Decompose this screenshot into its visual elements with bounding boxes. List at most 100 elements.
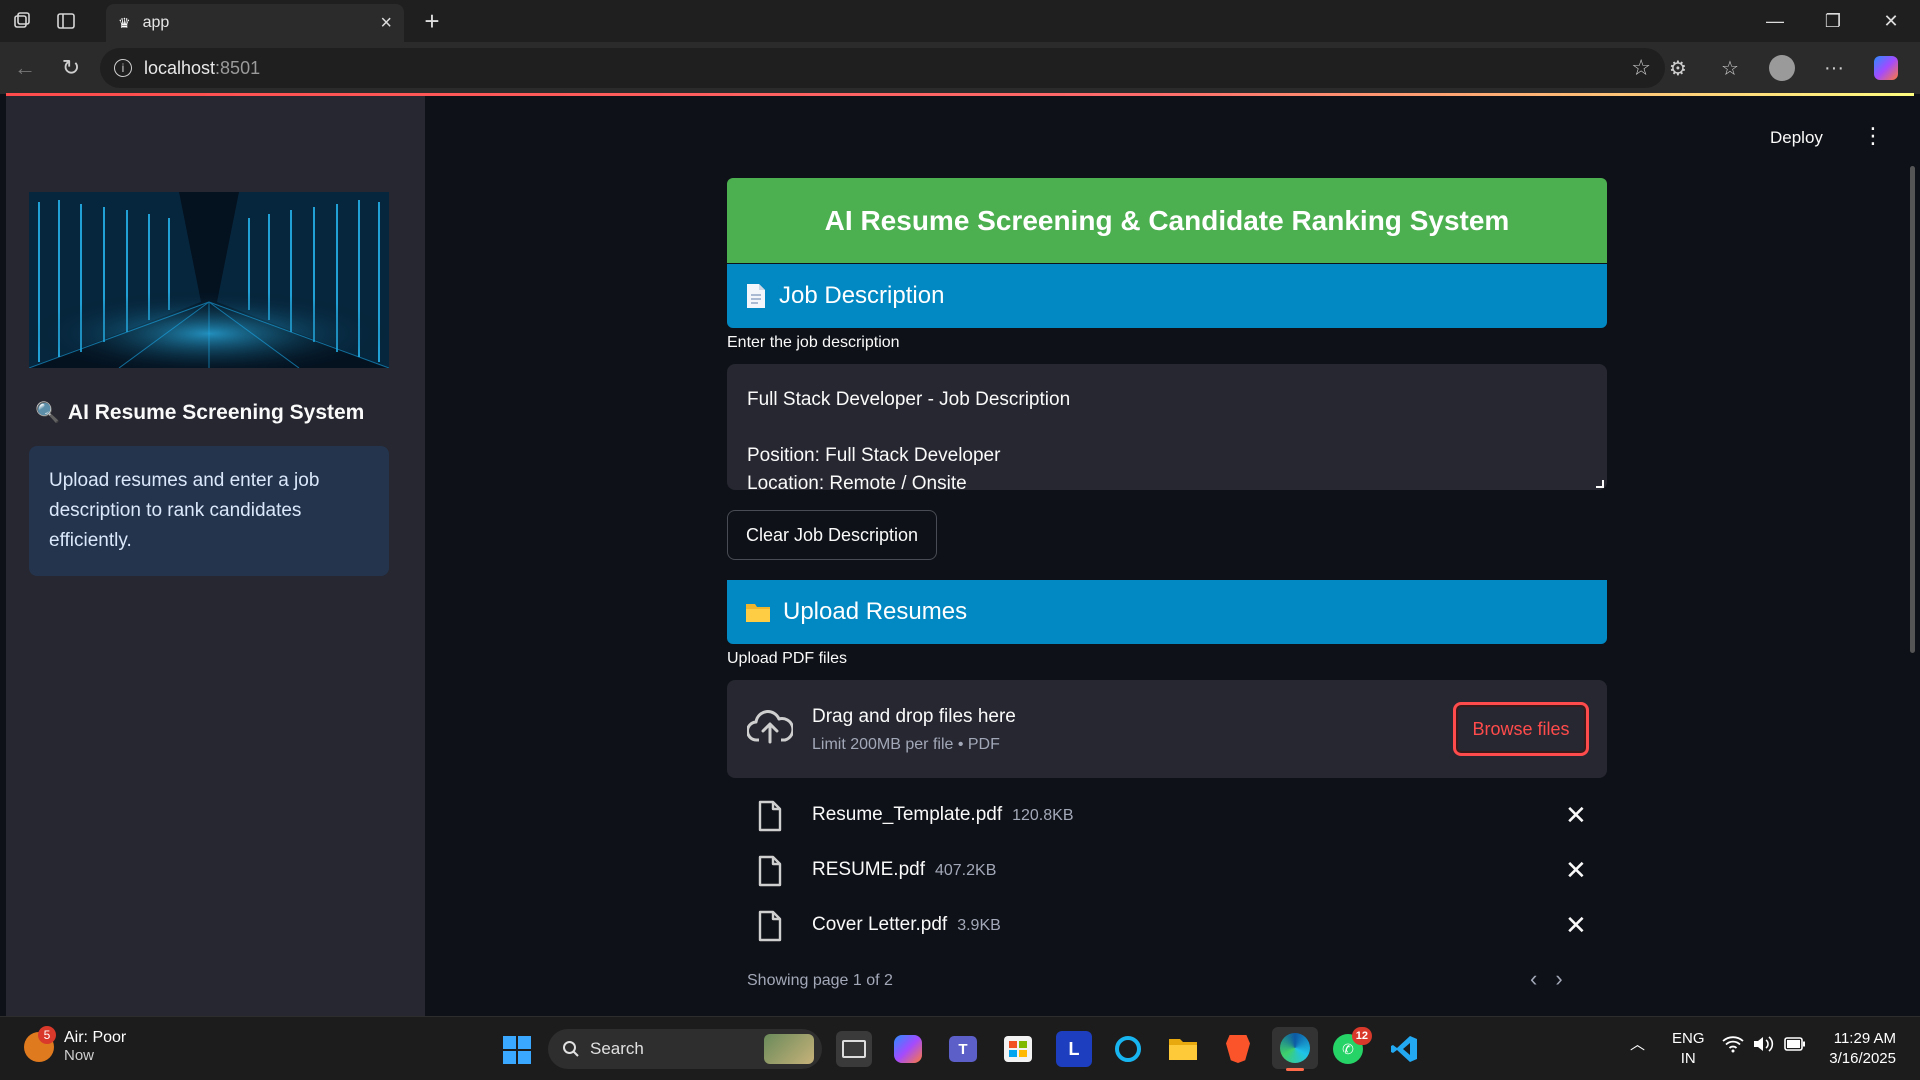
app-title-banner: AI Resume Screening & Candidate Ranking … — [727, 178, 1607, 263]
new-tab-button[interactable]: + — [412, 4, 452, 38]
pagination-controls: ‹ › — [1530, 966, 1563, 992]
remove-file-icon[interactable]: ✕ — [1565, 802, 1587, 828]
clock-date: 3/16/2025 — [1829, 1050, 1896, 1067]
remove-file-icon[interactable]: ✕ — [1565, 857, 1587, 883]
show-hidden-icons[interactable]: ︿ — [1630, 1033, 1645, 1054]
uploaded-file-row: Resume_Template.pdf 120.8KB ✕ — [727, 792, 1607, 842]
search-label: Search — [590, 1039, 644, 1058]
weather-title: Air: Poor — [64, 1029, 127, 1046]
document-icon — [745, 283, 767, 309]
job-description-textarea[interactable]: Full Stack Developer - Job Description P… — [727, 364, 1607, 490]
sidebar-title-text: AI Resume Screening System — [67, 400, 365, 424]
workspaces-icon[interactable] — [0, 0, 44, 42]
language-region: IN — [1680, 1050, 1696, 1067]
dropzone-limit: Limit 200MB per file • PDF — [812, 736, 1000, 753]
search-highlight-icon — [764, 1034, 814, 1064]
brave-browser-icon[interactable] — [1220, 1031, 1256, 1067]
upload-resumes-section-title: Upload Resumes — [783, 598, 968, 625]
previous-page-icon[interactable]: ‹ — [1530, 966, 1537, 992]
close-window-button[interactable]: ✕ — [1862, 0, 1920, 42]
main-scrollbar[interactable] — [1910, 166, 1915, 653]
file-name: Cover Letter.pdf — [812, 914, 948, 935]
remove-file-icon[interactable]: ✕ — [1565, 912, 1587, 938]
clock-time: 11:29 AM — [1833, 1030, 1896, 1047]
address-bar-row: ← ↻ i localhost:8501 ☆ ⚙ ☆ ··· — [0, 42, 1920, 94]
weather-subtitle: Now — [64, 1047, 95, 1064]
taskbar-search[interactable]: Search — [548, 1029, 822, 1069]
upload-pdf-label: Upload PDF files — [727, 650, 848, 667]
file-icon — [757, 910, 783, 942]
folder-icon — [745, 601, 771, 623]
language-code: ENG — [1672, 1030, 1705, 1047]
favorites-icon[interactable]: ☆ — [1704, 48, 1756, 88]
file-explorer-icon[interactable] — [1165, 1031, 1201, 1067]
site-info-icon[interactable]: i — [114, 59, 132, 77]
sidebar-title: 🔍 AI Resume Screening System — [35, 400, 364, 425]
weather-widget[interactable]: 5 Air: Poor Now — [24, 1025, 127, 1064]
task-view-icon[interactable] — [836, 1031, 872, 1067]
file-dropzone[interactable]: Drag and drop files here Limit 200MB per… — [727, 680, 1607, 778]
tab-close-icon[interactable]: × — [380, 12, 392, 35]
file-size: 3.9KB — [957, 917, 1001, 934]
language-indicator[interactable]: ENG IN — [1672, 1029, 1705, 1069]
file-size: 120.8KB — [1012, 807, 1074, 824]
job-description-section-title: Job Description — [779, 282, 945, 309]
profile-avatar-icon[interactable] — [1756, 48, 1808, 88]
copilot-icon[interactable] — [1860, 48, 1912, 88]
whatsapp-badge: 12 — [1351, 1027, 1372, 1045]
restore-button[interactable]: ❐ — [1804, 0, 1862, 42]
copilot-app-icon[interactable] — [890, 1031, 926, 1067]
refresh-button[interactable]: ↻ — [48, 48, 94, 88]
volume-icon[interactable] — [1752, 1035, 1774, 1053]
url-field[interactable]: i localhost:8501 ☆ — [100, 48, 1665, 88]
file-size: 407.2KB — [934, 862, 997, 879]
streamlit-crown-icon: ♛ — [118, 14, 131, 31]
sidebar-info-box: Upload resumes and enter a job descripti… — [29, 446, 389, 576]
textarea-resize-handle[interactable] — [1596, 480, 1604, 488]
upload-resumes-section-header: Upload Resumes — [727, 580, 1607, 644]
favorite-star-icon[interactable]: ☆ — [1631, 55, 1651, 81]
job-description-section-header: Job Description — [727, 264, 1607, 328]
magnifier-icon: 🔍 — [35, 402, 60, 424]
clear-job-description-button[interactable]: Clear Job Description — [727, 510, 937, 560]
url-port: :8501 — [215, 57, 261, 78]
windows-taskbar: 5 Air: Poor Now Search T L ✆ 12 ︿ ENG IN … — [0, 1016, 1920, 1080]
uploaded-file-row: RESUME.pdf 407.2KB ✕ — [727, 847, 1607, 897]
next-page-icon[interactable]: › — [1555, 966, 1562, 992]
taskbar-clock[interactable]: 11:29 AM 3/16/2025 — [1812, 1029, 1896, 1069]
minimize-button[interactable]: — — [1746, 0, 1804, 42]
microsoft-store-icon[interactable] — [1000, 1031, 1036, 1067]
l-app-icon[interactable]: L — [1056, 1031, 1092, 1067]
browser-tab-app[interactable]: ♛ app × — [106, 4, 404, 42]
back-button[interactable]: ← — [2, 48, 48, 88]
cloud-upload-icon — [747, 708, 793, 744]
air-quality-icon: 5 — [24, 1025, 56, 1062]
extensions-icon[interactable]: ⚙ — [1652, 48, 1704, 88]
wifi-icon[interactable] — [1722, 1035, 1744, 1053]
sidebar-info-text: Upload resumes and enter a job descripti… — [49, 470, 320, 551]
cortana-icon[interactable] — [1110, 1031, 1146, 1067]
file-name: RESUME.pdf — [812, 859, 925, 880]
whatsapp-icon[interactable]: ✆ 12 — [1330, 1027, 1372, 1067]
pagination-status: Showing page 1 of 2 — [747, 972, 893, 989]
more-menu-icon[interactable]: ··· — [1808, 48, 1860, 88]
vertical-tabs-icon[interactable] — [44, 0, 88, 42]
file-icon — [757, 855, 783, 887]
dropzone-instructions: Drag and drop files here — [812, 706, 1016, 727]
teams-icon[interactable]: T — [945, 1031, 981, 1067]
main-menu-icon[interactable]: ⋮ — [1862, 125, 1884, 147]
edge-browser-icon[interactable] — [1272, 1027, 1318, 1071]
job-description-label: Enter the job description — [727, 334, 900, 351]
windows-start-icon[interactable] — [503, 1036, 531, 1064]
sidebar-banner-image — [29, 192, 389, 368]
browse-files-button[interactable]: Browse files — [1453, 702, 1589, 756]
vscode-icon[interactable] — [1386, 1031, 1422, 1067]
weather-badge: 5 — [38, 1025, 56, 1044]
window-controls: — ❐ ✕ — [1746, 0, 1920, 42]
file-icon — [757, 800, 783, 832]
browser-toolbar: ⚙ ☆ ··· — [1652, 48, 1912, 88]
app-title: AI Resume Screening & Candidate Ranking … — [824, 204, 1510, 236]
battery-icon[interactable] — [1784, 1037, 1806, 1051]
deploy-button[interactable]: Deploy — [1770, 128, 1823, 148]
search-icon — [562, 1040, 580, 1058]
